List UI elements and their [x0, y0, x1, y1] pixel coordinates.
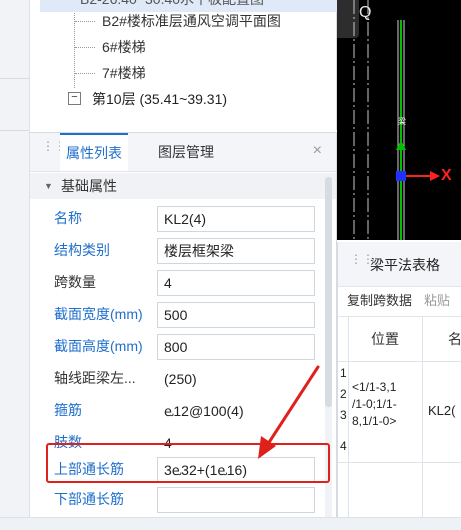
beam-vertical-label: 梁: [398, 117, 406, 126]
section-basic-properties[interactable]: ▼ 基础属性: [30, 173, 336, 199]
tab-property-list[interactable]: 属性列表: [60, 133, 128, 171]
property-row-structure-type: 结构类别 楼层框架梁: [30, 234, 330, 266]
origin-marker: [396, 171, 406, 181]
property-value-input[interactable]: KL2(4): [157, 206, 315, 232]
cad-viewport[interactable]: Q 梁 X: [337, 0, 461, 240]
tree-item-drawing-1[interactable]: B2#楼标准层通风空调平面图: [102, 8, 281, 34]
property-label: 跨数量: [54, 274, 96, 290]
table-cell-position[interactable]: <1/1-3,1 /1-0;1/1- 8,1/1-0>: [352, 379, 422, 430]
property-row-section-height: 截面高度(mm) 800: [30, 330, 330, 362]
table-header-row: 位置 名: [338, 317, 461, 362]
x-arrow-head: [430, 171, 440, 181]
collapse-toggle-icon[interactable]: −: [68, 92, 81, 105]
property-label: 结构类别: [54, 242, 110, 258]
x-axis-label: X: [441, 167, 452, 184]
drag-handle-icon[interactable]: ⋮⋮: [42, 140, 66, 161]
property-label: 名称: [54, 210, 82, 226]
beam-table-toolbar: 复制跨数据 粘贴: [338, 286, 461, 317]
section-title: 基础属性: [61, 178, 117, 194]
row-number: 1: [340, 366, 347, 380]
panel-title: 梁平法表格: [370, 257, 440, 273]
beam-table-panel: ⋮⋮ 梁平法表格 复制跨数据 粘贴 位置 名 1 2 3 4 <1/1-3,1 …: [337, 242, 461, 529]
row-number: 3: [340, 408, 347, 422]
status-bar: [0, 517, 461, 530]
properties-scrollbar-thumb[interactable]: [325, 177, 332, 407]
property-value-input[interactable]: 500: [157, 302, 315, 328]
caret-down-icon: ▼: [44, 181, 53, 191]
drawing-tree: B2-26.40~30.40水平板配置图 B2#楼标准层通风空调平面图 6#楼梯…: [30, 0, 360, 130]
property-label: 轴线距梁左...: [54, 370, 136, 386]
property-value-input[interactable]: (250): [157, 366, 315, 392]
tree-item-drawing-2[interactable]: 6#楼梯: [102, 34, 146, 60]
annotation-highlight-box: [46, 443, 330, 483]
tree-item-floor-10[interactable]: 第10层 (35.41~39.31): [92, 86, 227, 112]
paste-span-data-button[interactable]: 粘贴: [424, 286, 450, 316]
property-value-input[interactable]: 800: [157, 334, 315, 360]
property-row-section-width: 截面宽度(mm) 500: [30, 298, 330, 330]
property-row-stirrup: 箍筋 ⱸ12@100(4): [30, 394, 330, 426]
property-row-bottom-continuous-rebar: 下部通长筋: [30, 483, 330, 515]
property-value-input[interactable]: 楼层框架梁: [157, 238, 315, 264]
left-side-panel: [0, 0, 30, 529]
property-row-span-count: 跨数量 4: [30, 266, 330, 298]
tab-layer-management[interactable]: 图层管理: [152, 133, 220, 171]
property-label: 截面高度(mm): [54, 338, 143, 354]
row-number: 4: [340, 439, 347, 453]
properties-tabbar: ⋮⋮ 属性列表 图层管理 ×: [30, 133, 336, 172]
beam-table-header: ⋮⋮ 梁平法表格: [338, 242, 461, 287]
column-header-position[interactable]: 位置: [371, 329, 399, 349]
drag-handle-icon[interactable]: ⋮⋮: [350, 253, 374, 274]
property-value-input[interactable]: ⱸ12@100(4): [157, 398, 315, 424]
property-row-axis-offset: 轴线距梁左... (250): [30, 362, 330, 394]
property-label: 下部通长筋: [54, 491, 124, 507]
property-label: 截面宽度(mm): [54, 306, 143, 322]
property-value-input[interactable]: 4: [157, 270, 315, 296]
tree-item-drawing-3[interactable]: 7#楼梯: [102, 60, 146, 86]
property-row-name: 名称 KL2(4): [30, 202, 330, 234]
table-cell-name[interactable]: KL2(: [428, 402, 455, 419]
copy-span-data-button[interactable]: 复制跨数据: [347, 286, 412, 316]
row-number: 2: [340, 387, 347, 401]
property-label: 箍筋: [54, 402, 82, 418]
column-header-name[interactable]: 名: [448, 329, 461, 349]
close-icon[interactable]: ×: [313, 142, 322, 160]
property-value-input[interactable]: [157, 487, 315, 513]
